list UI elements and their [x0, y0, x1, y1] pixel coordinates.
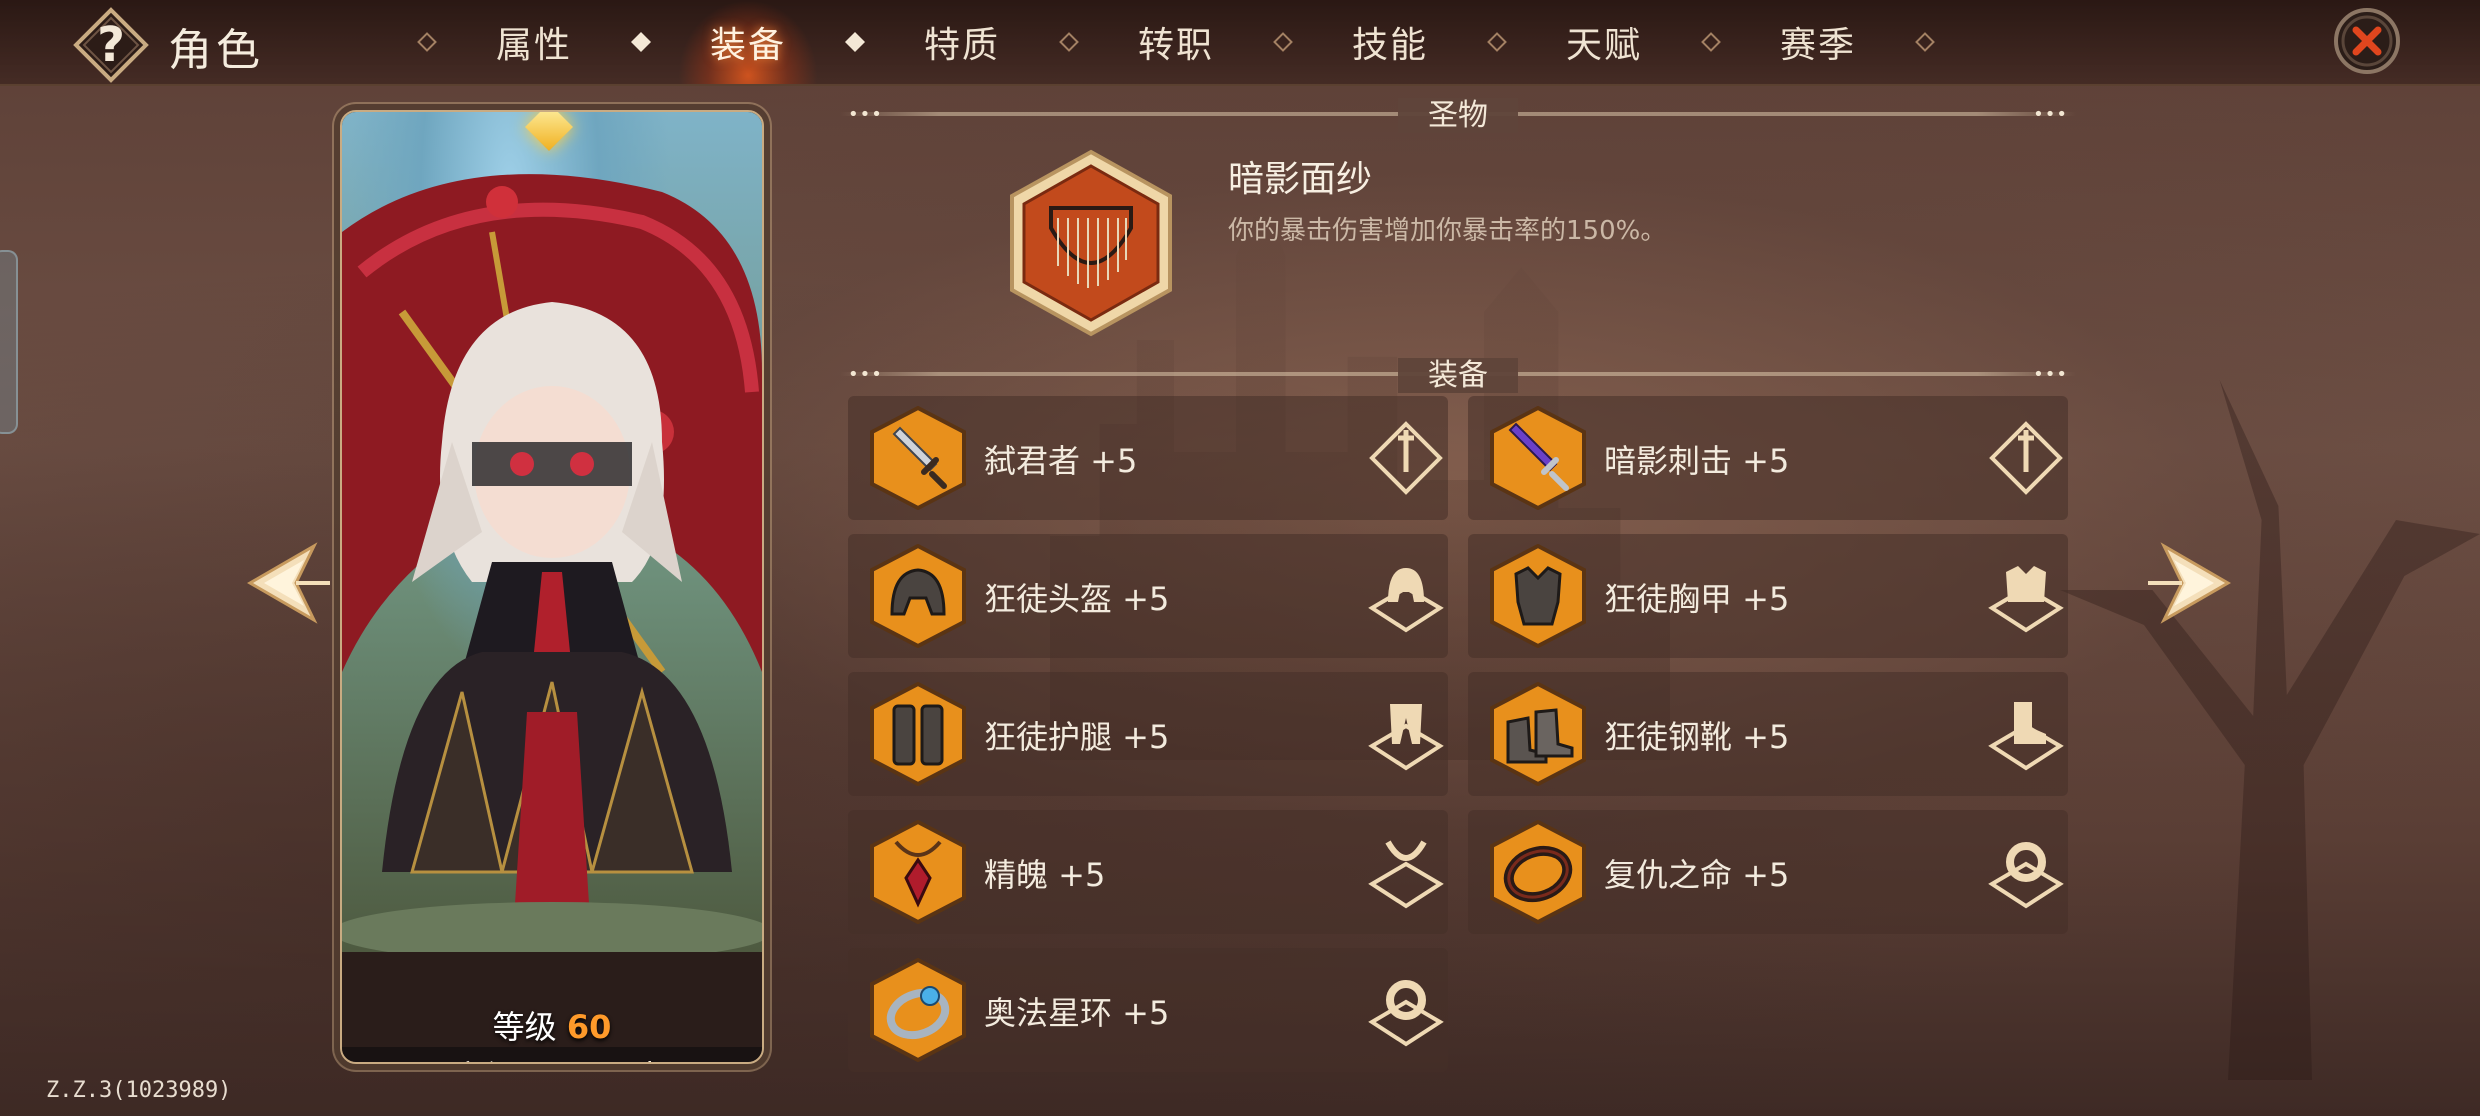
equipment-slot-weapon-2[interactable]: 暗影刺击 +5 — [1468, 396, 2068, 520]
relic-description: 你的暴击伤害增加你暴击率的150%。 — [1228, 216, 1667, 246]
level-value: 60 — [566, 1008, 612, 1046]
version-label: Z.Z.3(1023989) — [46, 1078, 232, 1103]
next-character-arrow-icon[interactable] — [2144, 538, 2234, 628]
previous-character-arrow-icon[interactable] — [244, 538, 334, 628]
equipment-section-header: ••• ••• 装备 — [840, 358, 2076, 393]
chestplate-icon — [1490, 544, 1586, 648]
tab-skills[interactable]: 技能 — [1290, 0, 1490, 84]
equipment-slot-legs[interactable]: 狂徒护腿 +5 — [848, 672, 1448, 796]
tab-bar: 属性 装备 特质 转职 技能 天赋 赛季 — [417, 0, 1935, 84]
purple-dagger-icon — [1490, 406, 1586, 510]
close-button[interactable] — [2332, 6, 2402, 76]
tab-equipment[interactable]: 装备 — [648, 0, 848, 84]
equipment-label: 暗影刺击 +5 — [1604, 442, 1790, 480]
equipment-label: 狂徒头盔 +5 — [984, 580, 1170, 618]
character-card[interactable]: 等级 60 "灾祸黑羽"墨岚 — [340, 110, 764, 1064]
equipment-label: 奥法星环 +5 — [984, 994, 1170, 1032]
relic-name: 暗影面纱 — [1228, 159, 1373, 200]
side-drawer-handle[interactable] — [0, 250, 18, 434]
character-name: "灾祸黑羽"墨岚 — [342, 1052, 762, 1062]
equipment-label: 复仇之命 +5 — [1604, 856, 1790, 894]
equipment-slot-weapon-1[interactable]: 弑君者 +5 — [848, 396, 1448, 520]
equipment-label: 狂徒胸甲 +5 — [1604, 580, 1790, 618]
top-bar: ? 角色 属性 装备 特质 转职 技能 天赋 赛季 — [0, 0, 2480, 86]
necklace-slot-icon — [1368, 840, 1444, 909]
equipment-label: 弑君者 +5 — [984, 442, 1138, 480]
character-level: 等级 60 — [342, 1002, 762, 1048]
amulet-icon — [870, 820, 966, 924]
tab-attributes[interactable]: 属性 — [434, 0, 634, 84]
equipment-slot-ring-1[interactable]: 复仇之命 +5 — [1468, 810, 2068, 934]
relic-section-header: ••• ••• 圣物 — [840, 98, 2076, 133]
equipment-label: 狂徒护腿 +5 — [984, 718, 1170, 756]
dagger-icon — [870, 406, 966, 510]
equipment-slot-chest[interactable]: 狂徒胸甲 +5 — [1468, 534, 2068, 658]
svg-text:?: ? — [97, 17, 125, 73]
equipment-slot-boots[interactable]: 狂徒钢靴 +5 — [1468, 672, 2068, 796]
equipment-slot-necklace[interactable]: 精魄 +5 — [848, 810, 1448, 934]
tab-traits[interactable]: 特质 — [862, 0, 1062, 84]
relic-section-title: 圣物 — [1398, 98, 1518, 133]
weapon-slot-icon — [1369, 421, 1443, 495]
tab-season[interactable]: 赛季 — [1718, 0, 1918, 84]
help-icon[interactable]: ? — [72, 6, 150, 84]
tab-class-change[interactable]: 转职 — [1076, 0, 1276, 84]
boots-slot-icon — [1988, 702, 2064, 771]
equipment-label: 精魄 +5 — [984, 856, 1106, 894]
character-portrait — [342, 112, 762, 962]
tab-separator — [1915, 32, 1935, 52]
equipment-label: 狂徒钢靴 +5 — [1604, 718, 1790, 756]
helmet-slot-icon — [1368, 568, 1444, 633]
equipment-slot-helmet[interactable]: 狂徒头盔 +5 — [848, 534, 1448, 658]
dark-ring-icon — [1490, 820, 1586, 924]
equipment-section-title: 装备 — [1398, 358, 1518, 393]
armor-slot-icon — [1988, 566, 2064, 633]
level-label: 等级 — [492, 1008, 557, 1046]
greaves-icon — [870, 682, 966, 786]
silver-ring-icon — [870, 958, 966, 1062]
ring-slot-icon — [1368, 980, 1444, 1047]
tab-talents[interactable]: 天赋 — [1504, 0, 1704, 84]
helmet-icon — [870, 544, 966, 648]
legs-slot-icon — [1368, 704, 1444, 771]
page-title: 角色 — [168, 25, 264, 76]
background-tree — [2060, 380, 2480, 1080]
shadow-veil-relic-icon[interactable] — [996, 148, 1186, 338]
equipment-slot-ring-2[interactable]: 奥法星环 +5 — [848, 948, 1448, 1072]
character-illustration — [342, 174, 762, 962]
ring-slot-icon — [1988, 842, 2064, 909]
weapon-slot-icon — [1989, 421, 2063, 495]
boots-icon — [1490, 682, 1586, 786]
